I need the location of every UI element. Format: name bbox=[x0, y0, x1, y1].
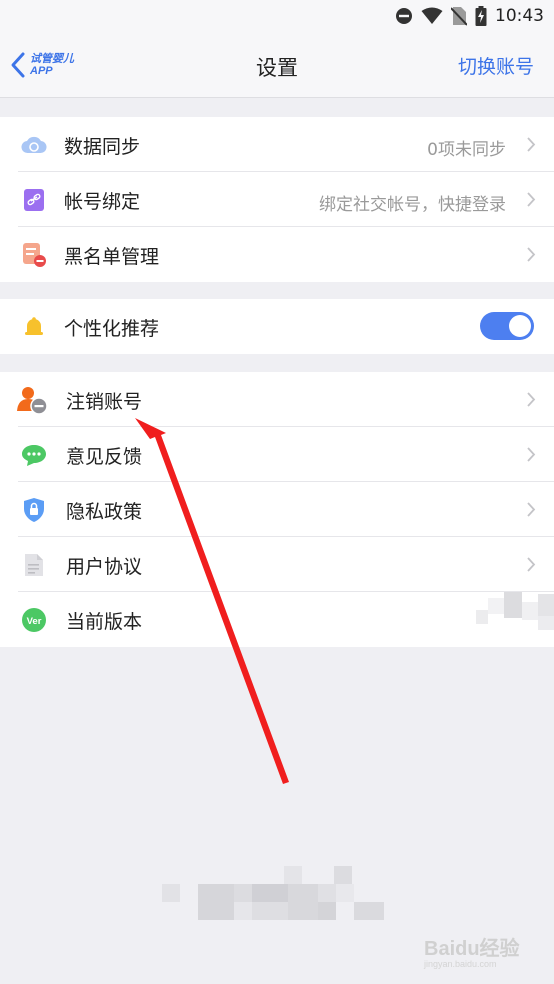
watermark-brand: Baidu经验 bbox=[424, 938, 520, 960]
arrow-shape bbox=[135, 418, 289, 784]
watermark-url: jingyan.baidu.com bbox=[424, 959, 497, 969]
annotation-arrow bbox=[135, 418, 289, 784]
watermark-logo: Baidu经验 jingyan.baidu.com bbox=[424, 932, 520, 969]
